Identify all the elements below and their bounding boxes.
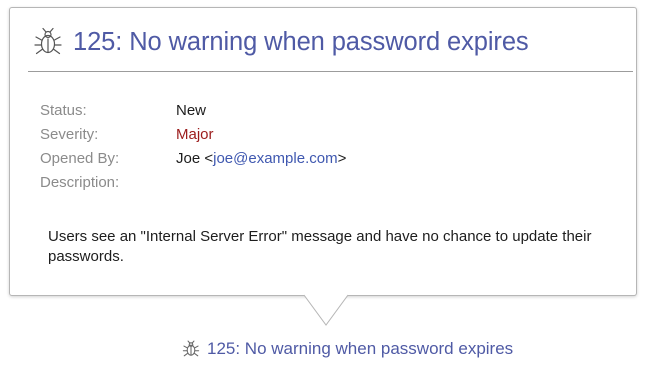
stage: 125: No warning when password expires St… bbox=[0, 0, 649, 366]
status-value: New bbox=[176, 101, 207, 119]
opened-by-row: Opened By: Joe <joe@example.com> bbox=[40, 146, 346, 170]
bug-icon bbox=[182, 340, 200, 357]
status-row: Status: New bbox=[40, 98, 346, 122]
issue-fields: Status: New Severity: Major Opened By: J… bbox=[40, 98, 346, 194]
opened-by-suffix: > bbox=[337, 149, 347, 167]
description-text: Users see an "Internal Server Error" mes… bbox=[48, 228, 592, 265]
opened-by-name: Joe < bbox=[176, 149, 214, 167]
header-divider bbox=[28, 71, 633, 72]
bug-icon bbox=[34, 27, 62, 55]
popover-header: 125: No warning when password expires bbox=[31, 22, 529, 62]
issue-title[interactable]: 125: No warning when password expires bbox=[73, 28, 529, 57]
status-label: Status: bbox=[40, 101, 87, 119]
opened-by-label: Opened By: bbox=[40, 149, 120, 167]
description-row: Description: bbox=[40, 170, 346, 194]
severity-row: Severity: Major bbox=[40, 122, 346, 146]
issue-link[interactable]: 125: No warning when password expires bbox=[181, 339, 513, 359]
opened-by-value: Joe <joe@example.com> bbox=[176, 150, 346, 167]
issue-link-label[interactable]: 125: No warning when password expires bbox=[207, 339, 513, 359]
description-label: Description: bbox=[40, 173, 120, 191]
severity-value: Major bbox=[176, 125, 214, 143]
severity-label: Severity: bbox=[40, 125, 99, 143]
issue-popover: 125: No warning when password expires St… bbox=[9, 7, 637, 296]
opened-by-email-link[interactable]: joe@example.com bbox=[213, 150, 337, 167]
